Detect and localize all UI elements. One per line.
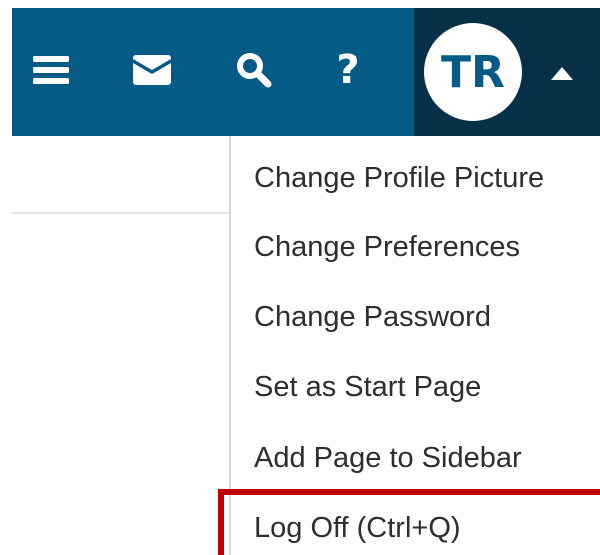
menu-icon: [33, 56, 69, 84]
content-divider: [12, 212, 230, 214]
search-button[interactable]: [228, 40, 280, 100]
mail-icon: [133, 55, 171, 85]
screen: ? TR Change Profile Picture Change Prefe…: [0, 0, 600, 555]
main-menu-button[interactable]: [24, 40, 78, 100]
menu-item-change-preferences[interactable]: Change Preferences: [254, 224, 594, 270]
top-navigation-bar: ? TR: [0, 0, 600, 136]
help-button[interactable]: ?: [328, 40, 368, 100]
user-menu-toggle[interactable]: [540, 55, 584, 91]
caret-up-icon: [551, 66, 573, 80]
help-icon: ?: [336, 47, 360, 93]
menu-item-set-as-start-page[interactable]: Set as Start Page: [254, 364, 594, 410]
menu-item-change-password[interactable]: Change Password: [254, 294, 594, 340]
avatar-initials: TR: [441, 46, 505, 98]
messages-button[interactable]: [124, 40, 180, 100]
menu-item-add-page-to-sidebar[interactable]: Add Page to Sidebar: [254, 435, 594, 481]
menu-item-log-off[interactable]: Log Off (Ctrl+Q): [254, 505, 594, 551]
user-avatar[interactable]: TR: [424, 23, 522, 121]
menu-item-change-profile-picture[interactable]: Change Profile Picture: [254, 155, 594, 201]
user-dropdown-menu: Change Profile Picture Change Preference…: [229, 136, 600, 555]
search-icon: [237, 53, 272, 88]
